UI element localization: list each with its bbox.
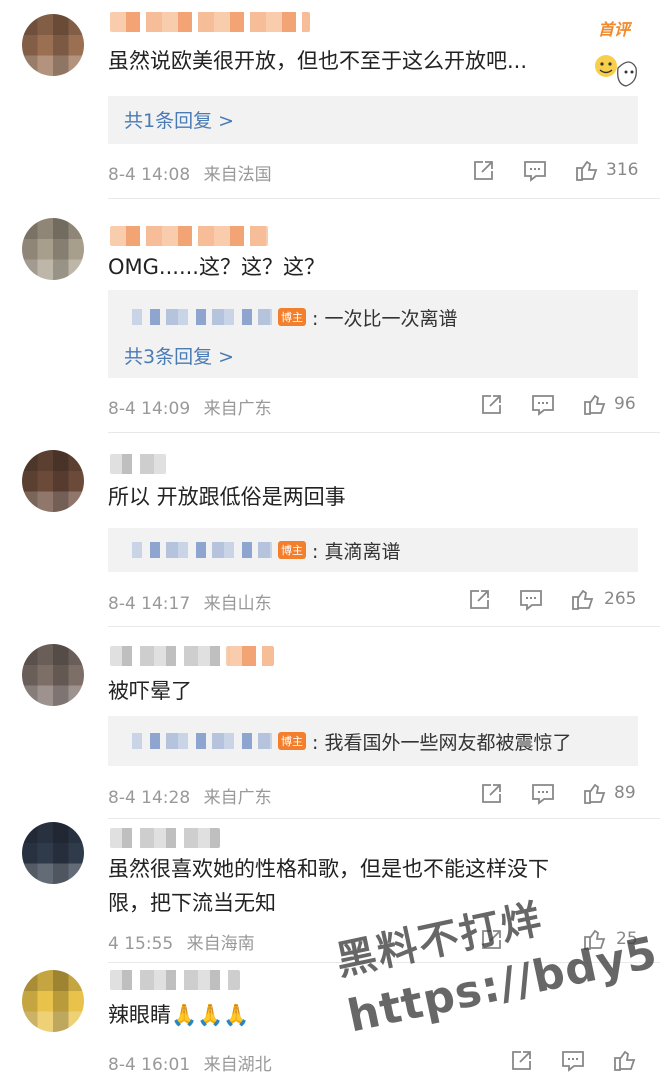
like-count: 96 bbox=[614, 394, 636, 414]
comment-time: 8-4 14:08 bbox=[108, 165, 191, 185]
username-blurred[interactable] bbox=[110, 970, 240, 990]
username-blurred[interactable] bbox=[110, 646, 230, 666]
comment-location: 来自湖北 bbox=[203, 1055, 272, 1075]
reply-box[interactable]: 博主 : 我看国外一些网友都被震惊了 bbox=[108, 716, 638, 766]
like-count: 89 bbox=[614, 783, 636, 803]
comment-time: 4 15:55 bbox=[108, 934, 174, 954]
author-badge: 博主 bbox=[278, 308, 306, 326]
reply-line: 博主 : 一次比一次离谱 bbox=[108, 300, 638, 334]
author-badge: 博主 bbox=[278, 541, 306, 559]
reply-username-blurred[interactable] bbox=[132, 309, 272, 325]
comment-text: 虽然说欧美很开放，但也不至于这么开放吧... bbox=[108, 49, 528, 73]
like-icon[interactable] bbox=[612, 1047, 638, 1073]
comment-location: 来自广东 bbox=[203, 399, 272, 419]
comment-meta: 8-4 16:01 来自湖北 bbox=[108, 1050, 272, 1075]
avatar[interactable] bbox=[22, 644, 84, 706]
comment-meta: 8-4 14:28 来自广东 bbox=[108, 783, 272, 808]
divider bbox=[108, 818, 660, 819]
comment-text: 被吓晕了 bbox=[108, 679, 192, 703]
like-icon[interactable] bbox=[574, 157, 600, 183]
reply-username-blurred[interactable] bbox=[132, 733, 272, 749]
more-replies-link[interactable]: 共1条回复 > bbox=[124, 106, 234, 133]
comment-meta: 8-4 14:09 来自广东 bbox=[108, 394, 272, 419]
comment-location: 来自山东 bbox=[203, 594, 272, 614]
author-badge: 博主 bbox=[278, 732, 306, 750]
comment-text-line: 虽然很喜欢她的性格和歌，但是也不能这样没下 bbox=[108, 857, 549, 881]
reply-box[interactable]: 共1条回复 > bbox=[108, 96, 638, 144]
comment-icon[interactable] bbox=[560, 1048, 586, 1074]
comment-meta: 4 15:55 来自海南 bbox=[108, 929, 255, 954]
avatar[interactable] bbox=[22, 218, 84, 280]
comment-time: 8-4 14:17 bbox=[108, 594, 191, 614]
avatar[interactable] bbox=[22, 822, 84, 884]
username-blurred[interactable] bbox=[110, 12, 310, 32]
share-icon[interactable] bbox=[478, 781, 504, 807]
username-blurred[interactable] bbox=[110, 226, 268, 246]
more-replies-link[interactable]: 共3条回复 > bbox=[124, 342, 234, 369]
comment-time: 8-4 14:09 bbox=[108, 399, 191, 419]
divider bbox=[108, 432, 660, 433]
comment-text: OMG......这？这？这？ bbox=[108, 255, 325, 279]
comment-location: 来自海南 bbox=[186, 934, 255, 954]
reply-text: : 我看国外一些网友都被震惊了 bbox=[312, 731, 572, 754]
comment-icon[interactable] bbox=[518, 587, 544, 613]
username-blurred[interactable] bbox=[110, 828, 220, 848]
like-icon[interactable] bbox=[570, 586, 596, 612]
avatar[interactable] bbox=[22, 450, 84, 512]
avatar[interactable] bbox=[22, 970, 84, 1032]
comment-time: 8-4 16:01 bbox=[108, 1055, 191, 1075]
like-icon[interactable] bbox=[582, 780, 608, 806]
first-comment-badge: 首评 bbox=[597, 20, 630, 39]
like-icon[interactable] bbox=[582, 391, 608, 417]
like-count: 265 bbox=[604, 589, 637, 609]
reply-box[interactable]: 博主 : 一次比一次离谱 共3条回复 > bbox=[108, 290, 638, 378]
comment-time: 8-4 14:28 bbox=[108, 788, 191, 808]
comment-text: 所以 开放跟低俗是两回事 bbox=[108, 485, 346, 509]
divider bbox=[108, 198, 660, 199]
reply-username-blurred[interactable] bbox=[132, 542, 272, 558]
reply-box[interactable]: 博主 : 真滴离谱 bbox=[108, 528, 638, 572]
reply-text: : 真滴离谱 bbox=[312, 540, 401, 563]
share-icon[interactable] bbox=[466, 587, 492, 613]
share-icon[interactable] bbox=[478, 392, 504, 418]
comment-icon[interactable] bbox=[530, 392, 556, 418]
share-icon[interactable] bbox=[508, 1048, 534, 1074]
comment-location: 来自广东 bbox=[203, 788, 272, 808]
reply-line: 博主 : 真滴离谱 bbox=[108, 533, 638, 567]
like-count: 316 bbox=[606, 160, 639, 180]
reply-line: 博主 : 我看国外一些网友都被震惊了 bbox=[108, 724, 638, 758]
share-icon[interactable] bbox=[470, 158, 496, 184]
reply-text: : 一次比一次离谱 bbox=[312, 307, 458, 330]
divider bbox=[108, 626, 660, 627]
comment-meta: 8-4 14:08 来自法国 bbox=[108, 160, 272, 185]
username-badge-blurred bbox=[226, 646, 274, 666]
comment-icon[interactable] bbox=[530, 781, 556, 807]
avatar[interactable] bbox=[22, 14, 84, 76]
username-blurred[interactable] bbox=[110, 454, 166, 474]
comment-meta: 8-4 14:17 来自山东 bbox=[108, 589, 272, 614]
comment-location: 来自法国 bbox=[203, 165, 272, 185]
comment-icon[interactable] bbox=[522, 158, 548, 184]
